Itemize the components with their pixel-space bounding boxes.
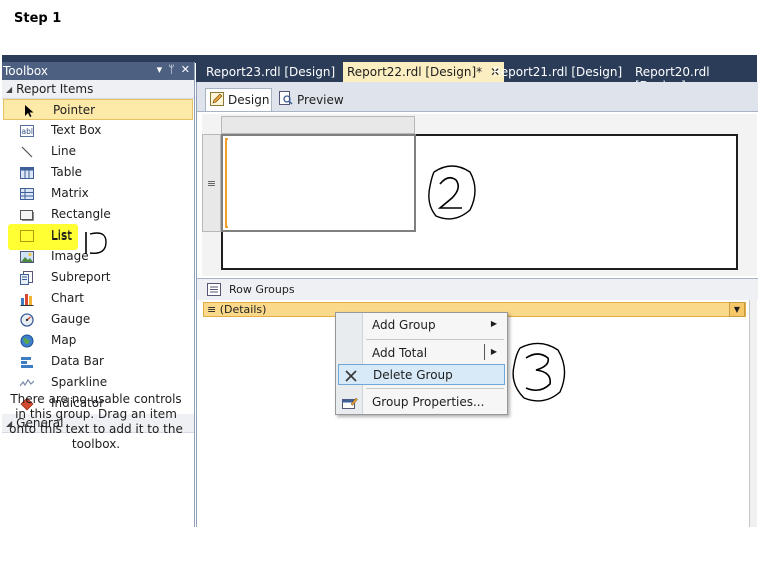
row-handle[interactable]: ≡ xyxy=(202,134,221,232)
toolbox-item-label: Table xyxy=(51,165,83,179)
list-icon xyxy=(20,229,34,243)
databar-icon xyxy=(20,355,34,369)
submenu-divider xyxy=(484,344,485,360)
general-empty-text[interactable]: There are no usable controls in this gro… xyxy=(6,392,186,452)
toolbox-item-label: Rectangle xyxy=(51,207,111,221)
tab-design[interactable]: Design xyxy=(205,88,272,111)
context-menu: Add Group ▶ Add Total ▶ Delete Group Gro… xyxy=(335,312,508,415)
tab-report22[interactable]: Report22.rdl [Design]* ✕ xyxy=(343,62,505,82)
report-editor: Design Preview ≡ xyxy=(196,82,758,282)
toolbox-item-textbox[interactable]: abl Text Box xyxy=(2,120,194,141)
menu-item-delete-group[interactable]: Delete Group xyxy=(338,364,505,385)
menu-item-add-group[interactable]: Add Group ▶ xyxy=(338,315,505,336)
toolbox-item-label: Map xyxy=(51,333,77,347)
tab-report21[interactable]: Report21.rdl [Design] xyxy=(493,62,622,82)
section-report-items[interactable]: ◢ Report Items xyxy=(2,80,194,99)
image-icon xyxy=(20,250,34,264)
toolbox-header: Toolbox ▾ ᛘ ✕ xyxy=(2,62,194,80)
submenu-arrow-icon: ▶ xyxy=(490,319,497,328)
collapse-triangle-icon: ◢ xyxy=(6,84,13,94)
toolbox-item-chart[interactable]: Chart xyxy=(2,288,194,309)
toolbox-item-gauge[interactable]: Gauge xyxy=(2,309,194,330)
toolbox-item-databar[interactable]: Data Bar xyxy=(2,351,194,372)
toolbox-close-icon[interactable]: ✕ xyxy=(181,63,190,76)
toolbox-item-matrix[interactable]: Matrix xyxy=(2,183,194,204)
toolbox-item-label: Matrix xyxy=(51,186,89,200)
toolbox-item-table[interactable]: Table xyxy=(2,162,194,183)
tab-preview[interactable]: Preview xyxy=(275,88,345,111)
toolbox-item-label: Gauge xyxy=(51,312,91,326)
list-selection-bracket xyxy=(225,138,228,228)
grouping-scrollbar[interactable] xyxy=(749,300,757,527)
textbox-icon: abl xyxy=(20,124,34,138)
toolbox-item-label: Line xyxy=(51,144,77,158)
toolbox-title: Toolbox xyxy=(3,64,48,78)
step-title: Step 1 xyxy=(14,11,62,26)
properties-icon xyxy=(342,395,358,411)
tab-report20[interactable]: Report20.rdl [Design] xyxy=(635,62,757,93)
list-data-region[interactable] xyxy=(221,134,416,232)
row-groups-header: Row Groups xyxy=(197,278,758,300)
design-surface[interactable]: ≡ xyxy=(202,114,757,276)
sparkline-icon xyxy=(20,376,34,390)
preview-icon xyxy=(279,91,293,108)
submenu-arrow-icon: ▶ xyxy=(490,347,497,356)
toolbox-item-label: Pointer xyxy=(53,103,96,117)
toolbox-pin-icon[interactable]: ᛘ xyxy=(168,63,175,76)
section-report-items-label: Report Items xyxy=(16,82,94,96)
toolbox-item-sparkline[interactable]: Sparkline xyxy=(2,372,194,393)
row-groups-label: Row Groups xyxy=(229,283,295,296)
toolbox-item-label: Chart xyxy=(51,291,84,305)
toolbox-item-label: Subreport xyxy=(51,270,111,284)
toolbox-item-list[interactable]: List xyxy=(2,225,194,246)
column-handle[interactable] xyxy=(221,116,415,134)
toolbox-dropdown-icon[interactable]: ▾ xyxy=(157,63,163,76)
document-tabbar: Report23.rdl [Design] Report22.rdl [Desi… xyxy=(196,62,757,93)
toolbox-item-label: Sparkline xyxy=(51,375,108,389)
toolbox-item-subreport[interactable]: Subreport xyxy=(2,267,194,288)
gauge-icon xyxy=(20,313,34,327)
menu-item-group-properties[interactable]: Group Properties... xyxy=(338,392,505,413)
table-icon xyxy=(20,166,34,180)
toolbox-item-line[interactable]: Line xyxy=(2,141,194,162)
pointer-icon xyxy=(22,104,36,118)
chart-icon xyxy=(20,292,34,306)
design-preview-tabs: Design Preview xyxy=(197,82,758,112)
details-group-label: ≡ (Details) xyxy=(207,303,267,316)
chevron-down-icon[interactable]: ▼ xyxy=(729,302,745,317)
toolbox-item-rectangle[interactable]: Rectangle xyxy=(2,204,194,225)
toolbox-panel: Toolbox ▾ ᛘ ✕ ◢ Report Items Pointer abl… xyxy=(2,62,195,527)
toolbox-item-pointer[interactable]: Pointer xyxy=(3,99,193,120)
rectangle-icon xyxy=(20,208,34,222)
tab-report23[interactable]: Report23.rdl [Design] xyxy=(206,62,335,82)
matrix-icon xyxy=(20,187,34,201)
row-groups-icon xyxy=(207,283,221,299)
toolbox-item-map[interactable]: Map xyxy=(2,330,194,351)
toolbox-item-label: Image xyxy=(51,249,89,263)
menu-item-add-total[interactable]: Add Total ▶ xyxy=(338,343,505,364)
design-pencil-icon xyxy=(210,91,224,109)
subreport-icon xyxy=(20,271,34,285)
toolbox-item-label: List xyxy=(51,228,72,242)
toolbox-item-label: Text Box xyxy=(51,123,102,137)
svg-text:abl: abl xyxy=(22,127,33,136)
line-icon xyxy=(20,145,34,159)
map-icon xyxy=(20,334,34,348)
toolbox-item-label: Data Bar xyxy=(51,354,104,368)
delete-x-icon xyxy=(343,368,359,384)
